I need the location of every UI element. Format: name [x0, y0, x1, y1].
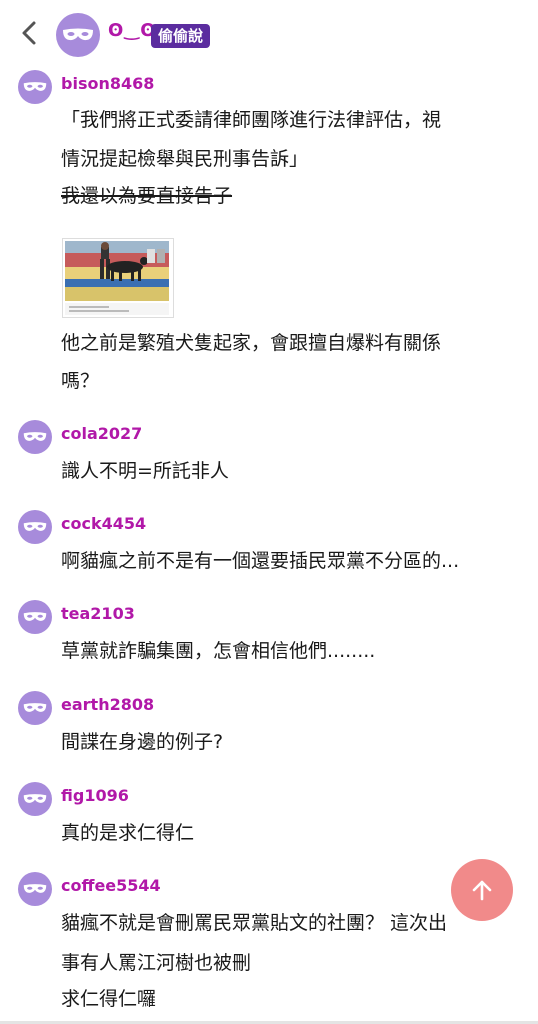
comment-text: 貓瘋不就是會刪罵民眾黨貼文的社團？ 這次出	[61, 912, 448, 934]
mask-icon	[23, 703, 47, 712]
avatar[interactable]	[18, 691, 52, 725]
username[interactable]: earth2808	[61, 695, 154, 714]
mask-icon	[23, 794, 47, 803]
comment-text: 嗎？	[61, 370, 100, 392]
image-thumbnail[interactable]	[62, 238, 174, 318]
avatar[interactable]	[18, 600, 52, 634]
username[interactable]: bison8468	[61, 74, 154, 93]
mask-icon	[23, 884, 47, 893]
username[interactable]: tea2103	[61, 604, 135, 623]
strikethrough-text: 我還以為要直接告子	[61, 185, 233, 207]
comment-text: 間諜在身邊的例子?	[61, 731, 224, 753]
comment-text: 他之前是繁殖犬隻起家，會跟擅自爆料有關係	[61, 332, 442, 354]
mask-icon	[23, 432, 47, 441]
header-avatar[interactable]	[56, 13, 100, 57]
username[interactable]: cola2027	[61, 424, 142, 443]
username[interactable]: cock4454	[61, 514, 146, 533]
comment-text: 啊貓瘋之前不是有一個還要插民眾黨不分區的...	[61, 550, 460, 572]
avatar[interactable]	[18, 420, 52, 454]
arrow-up-icon	[472, 880, 492, 901]
avatar[interactable]	[18, 70, 52, 104]
avatar[interactable]	[18, 872, 52, 906]
mask-icon	[23, 612, 47, 621]
header-name: ʘ‿ʘ	[108, 20, 157, 41]
username[interactable]: coffee5544	[61, 876, 161, 895]
back-button[interactable]	[14, 18, 44, 48]
scroll-to-top-button[interactable]	[451, 859, 513, 921]
comment-text: 求仁得仁囉	[61, 988, 157, 1010]
comments-page: ʘ‿ʘ 偷偷說 bison8468 「我們將正式委請律師團隊進行法律評估，視 情…	[0, 0, 538, 1024]
mask-icon	[23, 522, 47, 531]
comment-text: 事有人罵江河樹也被刪	[61, 952, 252, 974]
username[interactable]: fig1096	[61, 786, 129, 805]
header: ʘ‿ʘ 偷偷說	[0, 0, 538, 64]
mask-icon	[63, 28, 93, 41]
comment-text: 情況提起檢舉與民刑事告訴」	[61, 148, 309, 170]
anonymous-tag-badge[interactable]: 偷偷說	[151, 24, 211, 48]
comment-text: 「我們將正式委請律師團隊進行法律評估，視	[61, 109, 442, 131]
comment-text: 草黨就詐騙集團，怎會相信他們........	[61, 640, 376, 662]
comment-text: 識人不明=所託非人	[61, 460, 229, 482]
mask-icon	[23, 82, 47, 91]
avatar[interactable]	[18, 510, 52, 544]
dog-show-photo	[63, 239, 173, 317]
avatar[interactable]	[18, 782, 52, 816]
chevron-left-icon	[22, 21, 36, 45]
comment-text: 真的是求仁得仁	[61, 822, 195, 844]
